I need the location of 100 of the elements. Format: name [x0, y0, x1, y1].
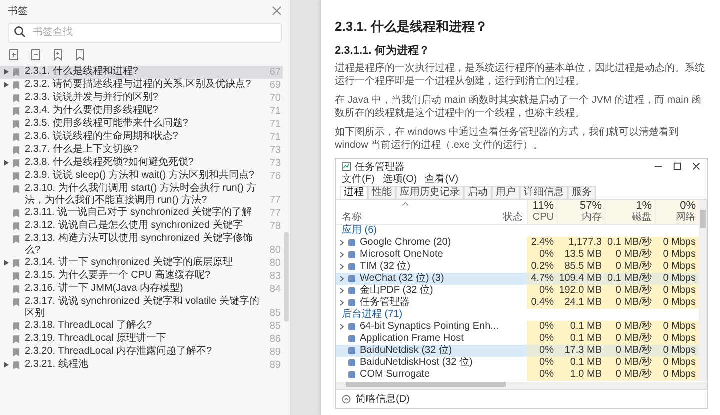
chevron-icon[interactable] [340, 264, 344, 270]
scrollbar-thumb[interactable] [284, 232, 289, 322]
chevron-icon[interactable] [340, 324, 344, 330]
sort-caret-icon[interactable] [402, 202, 409, 206]
memory-value: 1.0 MB [557, 369, 605, 381]
bookmark-item[interactable]: 2.3.7. 什么是上下文切换? 73 [0, 144, 283, 156]
tab[interactable]: 用户 [492, 186, 520, 199]
page-number: 83 [268, 270, 281, 282]
expand-arrow-icon[interactable] [4, 69, 9, 75]
page-number: 73 [268, 158, 281, 169]
bookmark-item[interactable]: 2.3.3. 说说并发与并行的区别? 70 [0, 92, 283, 104]
expand-arrow-icon[interactable] [4, 82, 9, 88]
paragraph: 进程是程序的一次执行过程，是系统运行程序的基本单位，因此进程是动态的。系统运行一个程序即是一个进程从创建，运行到消亡的过程。 [335, 62, 706, 88]
chevron-icon[interactable] [340, 300, 344, 306]
network-value: 0 Mbps [655, 321, 699, 333]
column-header[interactable]: 状态 [503, 212, 523, 223]
bookmark-icon[interactable] [74, 48, 86, 60]
expand-arrow-icon[interactable] [4, 362, 9, 368]
process-row[interactable]: Microsoft OneNote 0% 13.5 MB 0 MB/秒 0 Mbps [336, 249, 699, 261]
bookmark-item[interactable]: 2.3.20. ThreadLocal 内存泄露问题了解不? 89 [0, 346, 283, 358]
bookmark-item[interactable]: 2.3.17. 说说 synchronized 关键字和 volatile 关键字的区别 85 [0, 296, 283, 320]
bookmark-item[interactable]: 2.3.2. 请简要描述线程与进程的关系,区别及优缺点? 69 [0, 78, 283, 92]
bookmark-item[interactable]: 2.3.8. 什么是线程死锁?如何避免死锁? 73 [0, 156, 283, 170]
bookmark-item[interactable]: 2.3.6. 说说线程的生命周期和状态? 71 [0, 130, 283, 144]
expand-arrow-icon[interactable] [4, 160, 9, 166]
disk-value: 0 MB/秒 [605, 249, 655, 261]
menu-item[interactable]: 文件(F) [342, 174, 375, 186]
tab[interactable]: 服务 [568, 186, 596, 199]
disk-value: 0.1 MB/秒 [605, 273, 655, 285]
page-number: 70 [268, 92, 281, 104]
column-header[interactable]: 11% CPU [527, 200, 557, 224]
bookmark-item[interactable]: 2.3.19. ThreadLocal 原理讲一下 86 [0, 332, 283, 346]
chevron-icon[interactable] [340, 240, 344, 246]
process-row[interactable]: COM Surrogate 0% 1.0 MB 0 MB/秒 0 Mbps [336, 369, 699, 381]
bookmark-item[interactable]: 2.3.18. ThreadLocal 了解么? 85 [0, 320, 283, 332]
process-row[interactable]: 金山PDF (32 位) 0% 192.0 MB 0 MB/秒 0 Mbps [336, 285, 699, 297]
memory-value: 0.1 MB [557, 333, 605, 345]
column-header[interactable]: 1% 磁盘 [605, 200, 655, 224]
disk-value: 0 MB/秒 [605, 321, 655, 333]
expand-all-icon[interactable] [8, 48, 20, 60]
process-row[interactable]: Google Chrome (20) 2.4% 1,177.3 0.1 MB/秒 0 Mbps [336, 237, 699, 249]
search-field[interactable]: 书签查找 [8, 22, 282, 42]
close-icon[interactable] [692, 162, 701, 171]
network-value: 0 Mbps [655, 273, 699, 285]
scrollbar-thumb[interactable] [346, 382, 506, 387]
scrollbar-thumb[interactable] [700, 210, 706, 228]
bookmark-item[interactable]: 2.3.1. 什么是线程和进程? 67 [0, 66, 283, 78]
bookmark-item[interactable]: 2.3.15. 为什么要弄一个 CPU 高速缓存呢? 83 [0, 270, 283, 282]
chevron-icon[interactable] [340, 252, 344, 258]
bookmark-item[interactable]: 2.3.16. 讲一下 JMM(Java 内存模型) 84 [0, 282, 283, 296]
bookmark-item[interactable]: 2.3.12. 说说自己是怎么使用 synchronized 关键字 78 [0, 220, 283, 232]
paragraph: 如下图所示，在 windows 中通过查看任务管理器的方式，我们就可以清楚看到 window 当前运行的进程（.exe 文件的运行）。 [335, 126, 680, 152]
page-number: 80 [268, 244, 281, 256]
tab[interactable]: 进程 [340, 186, 368, 199]
menu-item[interactable]: 查看(V) [425, 174, 459, 186]
page-number: 89 [268, 360, 281, 371]
menu-item[interactable]: 选项(O) [382, 174, 418, 186]
bookmark-item[interactable]: 2.3.9. 说说 sleep() 方法和 wait() 方法区别和共同点? 76 [0, 170, 283, 182]
tab[interactable]: 详细信息 [520, 186, 568, 199]
process-row[interactable]: TIM (32 位) 0.2% 85.5 MB 0 MB/秒 0 Mbps [336, 261, 699, 273]
process-row[interactable]: 任务管理器 0.4% 24.1 MB 0 MB/秒 0 Mbps [336, 297, 699, 309]
chevron-icon[interactable] [340, 288, 344, 294]
chevron-icon[interactable] [340, 276, 344, 282]
process-row[interactable]: 64-bit Synaptics Pointing Enh... 0% 0.1 MB 0 MB/秒 0 Mbps [336, 321, 699, 333]
network-value: 0 Mbps [655, 237, 699, 249]
process-row[interactable]: BaiduNetdiskHost (32 位) 0% 0.1 MB 0 MB/秒 0 Mbps [336, 357, 699, 369]
bookmark-item[interactable]: 2.3.4. 为什么要使用多线程呢? 71 [0, 104, 283, 118]
bookmark-item[interactable]: 2.3.11. 说一说自己对于 synchronized 关键字的了解 77 [0, 206, 283, 220]
bookmark-item[interactable]: 2.3.10. 为什么我们调用 start() 方法时会执行 run() 方法，为什么我们不能直接调用 run() 方法? 77 [0, 182, 283, 206]
add-bookmark-icon[interactable] [52, 48, 64, 60]
page-number: 85 [268, 308, 281, 319]
bookmark-item[interactable]: 2.3.21. 线程池 89 [0, 358, 283, 372]
disk-value: 0 MB/秒 [605, 345, 655, 357]
disk-value: 0 MB/秒 [605, 357, 655, 369]
collapse-all-icon[interactable] [30, 48, 42, 60]
process-row[interactable]: Application Frame Host 0% 0.1 MB 0 MB/秒 0 Mbps [336, 333, 699, 345]
collapse-circle-icon[interactable] [342, 394, 351, 404]
memory-value: 0.1 MB [557, 321, 605, 333]
memory-value: 17.3 MB [557, 345, 605, 357]
process-name: TIM (32 位) [360, 261, 411, 273]
tab[interactable]: 启动 [464, 186, 492, 199]
memory-value: 109.4 MB [557, 273, 605, 285]
memory-value: 85.5 MB [557, 261, 605, 273]
expand-arrow-icon[interactable] [4, 260, 9, 266]
fewer-details-link[interactable]: 简略信息(D) [356, 392, 410, 406]
bookmark-item[interactable]: 2.3.14. 讲一下 synchronized 关键字的底层原理 80 [0, 256, 283, 270]
disk-value: 0 MB/秒 [605, 369, 655, 381]
bookmark-item[interactable]: 2.3.13. 构造方法可以使用 synchronized 关键字修饰么? 80 [0, 232, 283, 256]
process-row[interactable]: BaiduNetdisk (32 位) 0% 17.3 MB 0 MB/秒 0 Mbps [336, 345, 699, 357]
page-number: 71 [268, 106, 281, 117]
column-header[interactable]: 57% 内存 [557, 200, 605, 224]
process-name: 64-bit Synaptics Pointing Enh... [360, 321, 499, 333]
process-row[interactable]: WeChat (32 位) (3) 4.7% 109.4 MB 0.1 MB/秒 0 Mbps [336, 273, 699, 285]
column-header[interactable]: 名称 [342, 212, 362, 223]
tab[interactable]: 性能 [368, 186, 396, 199]
bookmark-item[interactable]: 2.3.5. 使用多线程可能带来什么问题? 71 [0, 118, 283, 130]
maximize-icon[interactable] [673, 162, 682, 171]
tab[interactable]: 应用历史记录 [396, 186, 464, 199]
cpu-value: 0% [527, 249, 557, 261]
column-header[interactable]: 0% 网络 [655, 200, 699, 224]
